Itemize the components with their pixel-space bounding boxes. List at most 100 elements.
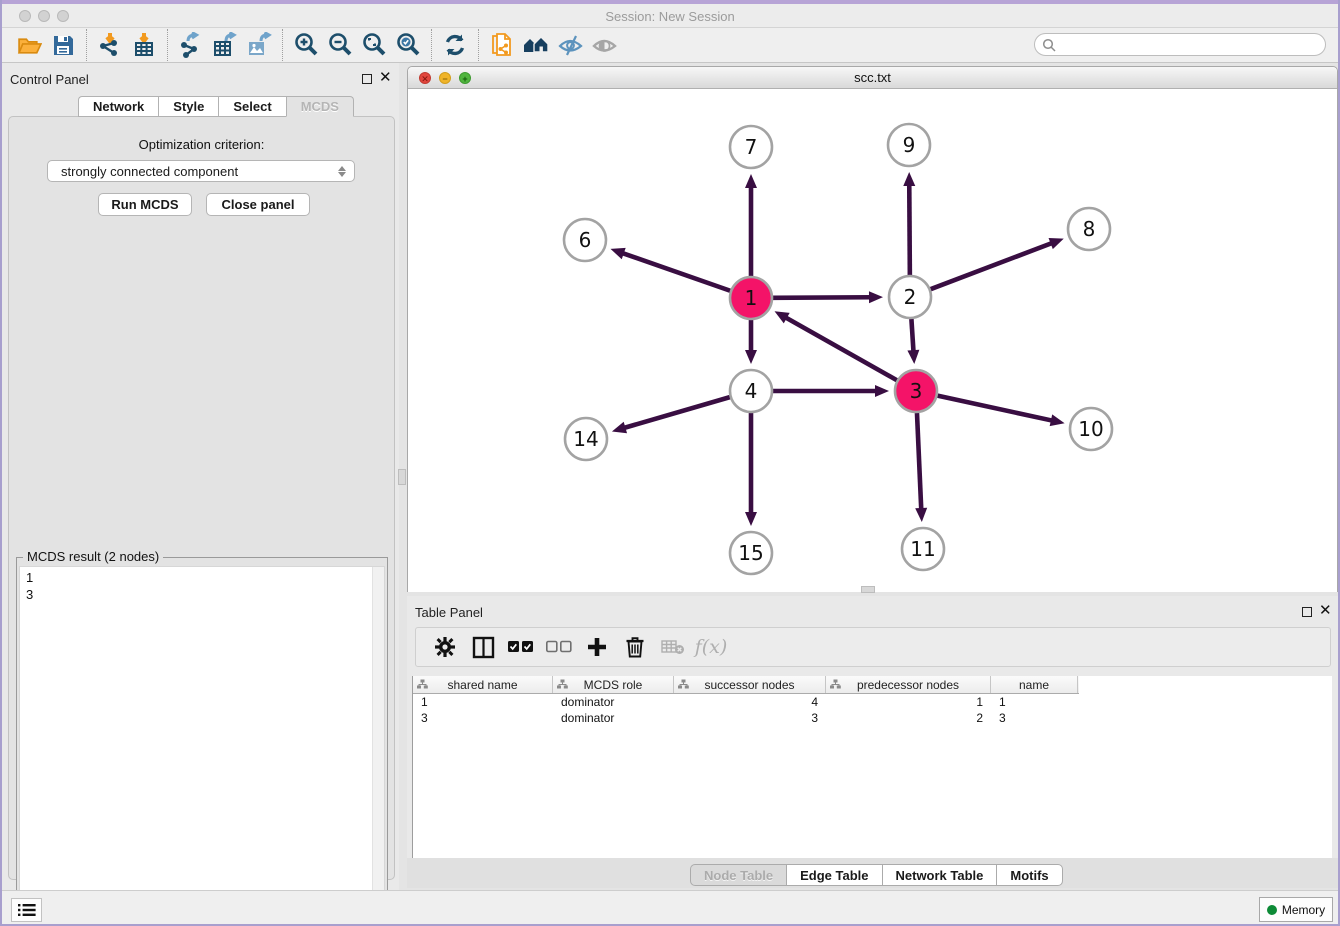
column-header-shared-name[interactable]: shared name [413, 676, 553, 693]
table-panel: Table Panel ✕ [407, 596, 1338, 888]
tab-motifs[interactable]: Motifs [996, 864, 1062, 886]
table-cell[interactable]: 1 [826, 694, 991, 710]
table-cell[interactable]: 2 [826, 710, 991, 726]
settings-gear-icon[interactable] [426, 630, 464, 664]
new-network-from-selection-icon[interactable] [485, 30, 519, 60]
zoom-fit-icon[interactable] [357, 30, 391, 60]
open-session-icon[interactable] [12, 30, 46, 60]
show-all-icon [587, 30, 621, 60]
control-panel-tabs: Network Style Select MCDS [78, 96, 354, 117]
delete-column-icon[interactable] [616, 630, 654, 664]
select-all-checkboxes-icon[interactable] [502, 630, 540, 664]
table-row[interactable]: 3dominator323 [413, 710, 1079, 726]
vertical-splitter-handle[interactable] [398, 469, 406, 485]
edge-3-1[interactable] [784, 317, 897, 381]
export-network-icon[interactable] [174, 30, 208, 60]
task-history-button[interactable] [11, 898, 42, 922]
edge-3-10[interactable] [937, 396, 1053, 421]
table-tab-strip: Node Table Edge Table Network Table Moti… [407, 858, 1338, 888]
graph-node-label: 11 [910, 537, 935, 561]
window-frame-left [0, 0, 2, 926]
table-cell[interactable]: 1 [413, 694, 553, 710]
edge-arrowhead [915, 508, 927, 522]
zoom-out-icon[interactable] [323, 30, 357, 60]
table-toolbar: f(x) [415, 627, 1331, 667]
first-neighbors-icon[interactable] [519, 30, 553, 60]
table-panel-title: Table Panel [415, 605, 483, 620]
network-canvas[interactable]: 7968124314101511 [408, 89, 1337, 592]
import-network-icon[interactable] [93, 30, 127, 60]
close-panel-icon[interactable]: ✕ [379, 68, 392, 86]
tab-style[interactable]: Style [158, 96, 218, 117]
control-panel-title: Control Panel [10, 72, 89, 87]
title-bar: Session: New Session [2, 4, 1338, 28]
function-builder-icon: f(x) [692, 630, 730, 664]
edge-arrowhead [875, 385, 889, 397]
column-header-MCDS-role[interactable]: MCDS role [553, 676, 674, 693]
destroy-table-icon [654, 630, 692, 664]
close-panel-button[interactable]: Close panel [206, 193, 310, 216]
edge-1-2[interactable] [773, 297, 872, 298]
network-graph[interactable]: 7968124314101511 [408, 89, 1337, 592]
horizontal-splitter-handle[interactable] [861, 586, 875, 593]
mcds-result-group: MCDS result (2 nodes) 1 3 [16, 557, 388, 926]
table-cell[interactable]: 1 [991, 694, 1078, 710]
mcds-result-area[interactable]: 1 3 [19, 566, 385, 926]
tab-network[interactable]: Network [78, 96, 158, 117]
edge-2-3[interactable] [911, 319, 913, 353]
memory-label: Memory [1282, 903, 1325, 917]
search-input[interactable] [1060, 36, 1325, 54]
edge-arrowhead [745, 174, 757, 188]
search-box[interactable] [1034, 33, 1326, 56]
result-scrollbar[interactable] [372, 567, 384, 926]
table-row[interactable]: 1dominator411 [413, 694, 1079, 710]
dropdown-arrows-icon [338, 166, 346, 177]
export-table-icon[interactable] [208, 30, 242, 60]
hide-selected-icon[interactable] [553, 30, 587, 60]
edge-2-8[interactable] [931, 242, 1054, 289]
tab-network-table[interactable]: Network Table [882, 864, 997, 886]
edge-3-11[interactable] [917, 413, 921, 511]
column-header-name[interactable]: name [991, 676, 1078, 693]
zoom-in-icon[interactable] [289, 30, 323, 60]
memory-button[interactable]: Memory [1259, 897, 1333, 922]
table-cell[interactable]: 3 [413, 710, 553, 726]
table-cell[interactable]: dominator [553, 710, 674, 726]
toolbar-separator [478, 29, 479, 61]
import-table-icon[interactable] [127, 30, 161, 60]
deselect-all-checkboxes-icon[interactable] [540, 630, 578, 664]
toolbar-separator [167, 29, 168, 61]
table-cell[interactable]: 3 [674, 710, 826, 726]
graph-node-label: 4 [745, 379, 758, 403]
toolbar-separator [86, 29, 87, 61]
criterion-dropdown[interactable]: strongly connected component [47, 160, 355, 182]
tab-select[interactable]: Select [218, 96, 285, 117]
column-header-successor-nodes[interactable]: successor nodes [674, 676, 826, 693]
export-image-icon[interactable] [242, 30, 276, 60]
search-icon [1042, 38, 1056, 52]
close-table-panel-icon[interactable]: ✕ [1319, 601, 1332, 619]
float-table-panel-icon[interactable] [1302, 607, 1312, 617]
graph-node-label: 15 [738, 541, 763, 565]
save-session-icon[interactable] [46, 30, 80, 60]
table-cell[interactable]: dominator [553, 694, 674, 710]
column-header-predecessor-nodes[interactable]: predecessor nodes [826, 676, 991, 693]
network-window-titlebar[interactable]: ✕ − + scc.txt [408, 67, 1337, 89]
zoom-selected-icon[interactable] [391, 30, 425, 60]
edge-2-9[interactable] [909, 183, 910, 275]
toolbar-separator [282, 29, 283, 61]
float-panel-icon[interactable] [362, 74, 372, 84]
table-cell[interactable]: 4 [674, 694, 826, 710]
tab-mcds[interactable]: MCDS [286, 96, 354, 117]
mcds-panel: Optimization criterion: strongly connect… [8, 116, 395, 880]
column-selector-icon[interactable] [464, 630, 502, 664]
run-mcds-button[interactable]: Run MCDS [98, 193, 192, 216]
edge-4-14[interactable] [622, 397, 729, 428]
table-cell[interactable]: 3 [991, 710, 1078, 726]
graph-node-label: 10 [1078, 417, 1103, 441]
tab-node-table[interactable]: Node Table [690, 864, 786, 886]
add-column-icon[interactable] [578, 630, 616, 664]
tab-edge-table[interactable]: Edge Table [786, 864, 881, 886]
edge-1-6[interactable] [621, 253, 730, 291]
apply-layout-icon[interactable] [438, 30, 472, 60]
